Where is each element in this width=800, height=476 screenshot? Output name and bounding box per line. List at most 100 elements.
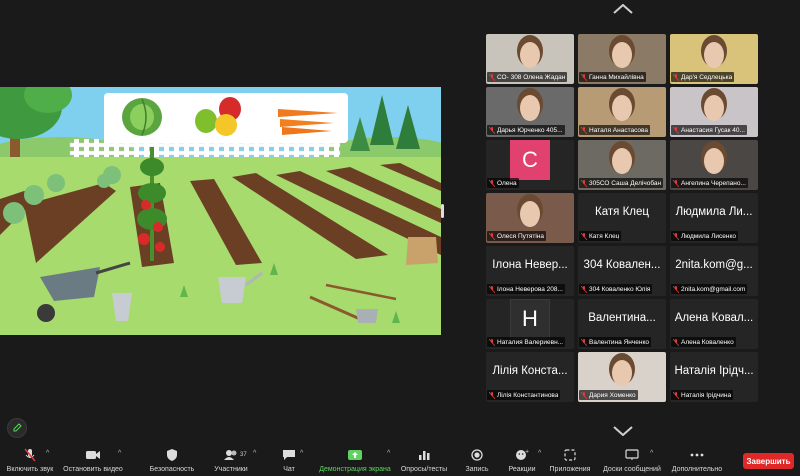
participant-name-bar: Валентина Янченко	[579, 337, 651, 347]
participant-tile[interactable]: Дария Хоменко	[578, 352, 666, 402]
participant-tile[interactable]: Анастасия Гусак 40...	[670, 87, 758, 137]
record-button[interactable]: Запись	[462, 448, 492, 473]
participant-tile[interactable]: Ангелина Черепано...	[670, 140, 758, 190]
chat-options-caret[interactable]: ^	[300, 450, 303, 457]
annotate-button[interactable]	[7, 418, 27, 438]
participant-name-bar: Наталія Ірідчина	[671, 390, 734, 400]
microphone-muted-icon	[673, 391, 679, 399]
gallery-scroll-down-button[interactable]	[612, 424, 634, 438]
participant-name: Олеся Путятіна	[497, 232, 545, 240]
participant-display-name: Лілія Конста...	[492, 365, 568, 377]
gallery-scroll-up-button[interactable]	[612, 2, 634, 16]
participant-tile[interactable]: 304 Ковален... 304 Коваленко Юлія	[578, 246, 666, 296]
reactions-label: Реакции	[508, 466, 536, 473]
participant-name: Дария Хоменко	[589, 391, 636, 399]
participant-name: Ангелина Черепано...	[681, 179, 746, 187]
participant-display-name: Людмила Ли...	[675, 206, 753, 218]
participant-name: Людмила Лисенко	[681, 232, 736, 240]
microphone-muted-icon	[673, 179, 679, 187]
participant-tile[interactable]: Наталія Ірідч... Наталія Ірідчина	[670, 352, 758, 402]
more-button[interactable]: Дополнительно	[670, 448, 724, 473]
participant-name-bar: 305СО Саша Делічобан	[579, 178, 664, 188]
participant-tile[interactable]: Дарья Юрченко 405...	[486, 87, 574, 137]
participant-tile[interactable]: Ілона Невер... Ілона Неверова 208...	[486, 246, 574, 296]
microphone-muted-icon	[581, 391, 587, 399]
microphone-muted-icon	[489, 338, 495, 346]
reactions-button[interactable]: + Реакции	[507, 448, 537, 473]
participant-tile[interactable]: Н Наталия Валериевн...	[486, 299, 574, 349]
participant-tile[interactable]: Лілія Конста... Лілія Константинова	[486, 352, 574, 402]
participant-face	[612, 148, 632, 174]
video-options-caret[interactable]: ^	[118, 450, 121, 457]
participant-tile[interactable]: Валентина... Валентина Янченко	[578, 299, 666, 349]
participants-icon	[222, 448, 240, 462]
share-options-caret[interactable]: ^	[387, 450, 390, 457]
stop-video-label: Остановить видео	[63, 466, 123, 473]
whiteboards-button[interactable]: Доски сообщений	[600, 448, 664, 473]
share-screen-icon	[346, 448, 364, 462]
microphone-muted-icon	[673, 285, 679, 293]
participant-name: Алена Коваленко	[681, 338, 734, 346]
garden-illustration	[0, 87, 441, 335]
stop-video-button[interactable]: Остановить видео	[62, 448, 124, 473]
shield-icon	[163, 448, 181, 462]
apps-button[interactable]: Приложения	[548, 448, 592, 473]
participant-name: Дар'я Седлецька	[681, 73, 733, 81]
chevron-up-icon	[613, 4, 633, 14]
apps-grid-icon	[561, 448, 579, 462]
participant-display-name: 304 Ковален...	[583, 259, 661, 271]
microphone-muted-icon	[673, 73, 679, 81]
microphone-muted-icon	[489, 391, 495, 399]
security-label: Безопасность	[149, 466, 195, 473]
participant-tile[interactable]: 305СО Саша Делічобан	[578, 140, 666, 190]
shared-screen[interactable]	[0, 87, 441, 335]
participant-display-name: Ілона Невер...	[492, 259, 568, 271]
microphone-muted-icon	[673, 126, 679, 134]
participant-tile[interactable]: Людмила Ли... Людмила Лисенко	[670, 193, 758, 243]
share-resize-handle[interactable]	[441, 204, 444, 218]
participant-tile[interactable]: Олеся Путятіна	[486, 193, 574, 243]
watering-can	[218, 277, 246, 303]
microphone-muted-icon	[581, 126, 587, 134]
participant-tile[interactable]: Ганна Михайлівна	[578, 34, 666, 84]
participant-tile[interactable]: Наталя Анастасова	[578, 87, 666, 137]
microphone-muted-icon	[673, 338, 679, 346]
participant-name: Ілона Неверова 208...	[497, 285, 563, 293]
participant-tile[interactable]: Дар'я Седлецька	[670, 34, 758, 84]
participant-tile[interactable]: Алена Ковал... Алена Коваленко	[670, 299, 758, 349]
reactions-options-caret[interactable]: ^	[538, 450, 541, 457]
audio-options-caret[interactable]: ^	[46, 450, 49, 457]
share-screen-button[interactable]: Демонстрация экрана	[316, 448, 394, 473]
participant-name-bar: Алена Коваленко	[671, 337, 736, 347]
participant-name-bar: Дарья Юрченко 405...	[487, 125, 565, 135]
participant-face	[704, 42, 724, 68]
participant-name-bar: Ангелина Черепано...	[671, 178, 748, 188]
green-pepper	[195, 109, 217, 133]
participant-name-bar: Анастасия Гусак 40...	[671, 125, 747, 135]
participants-options-caret[interactable]: ^	[253, 450, 256, 457]
participant-name-bar: 2nita.kom@gmail.com	[671, 284, 748, 294]
participant-tile[interactable]: Катя Клец Катя Клец	[578, 193, 666, 243]
security-button[interactable]: Безопасность	[148, 448, 196, 473]
share-screen-label: Демонстрация экрана	[319, 466, 391, 473]
participant-tile[interactable]: 2nita.kom@g... 2nita.kom@gmail.com	[670, 246, 758, 296]
polls-button[interactable]: Опросы/тесты	[398, 448, 450, 473]
whiteboards-options-caret[interactable]: ^	[650, 450, 653, 457]
more-label: Дополнительно	[671, 466, 723, 473]
participant-name-bar: Дар'я Седлецька	[671, 72, 735, 82]
participant-face	[704, 148, 724, 174]
bar-chart-icon	[415, 448, 433, 462]
participant-tile[interactable]: С Олена	[486, 140, 574, 190]
end-meeting-button[interactable]: Завершить	[743, 453, 794, 469]
participant-name: Дарья Юрченко 405...	[497, 126, 563, 134]
participant-tile[interactable]: СО- 308 Олена Жадан	[486, 34, 574, 84]
microphone-muted-icon	[489, 179, 495, 187]
sack	[406, 237, 438, 265]
participant-face	[520, 201, 540, 227]
emoji-plus-icon: +	[513, 448, 531, 462]
chat-button[interactable]: Чат	[278, 448, 300, 473]
participant-name: Анастасия Гусак 40...	[681, 126, 745, 134]
participant-name: Ганна Михайлівна	[589, 73, 644, 81]
whiteboard-icon	[623, 448, 641, 462]
participant-name-bar: Катя Клец	[579, 231, 622, 241]
